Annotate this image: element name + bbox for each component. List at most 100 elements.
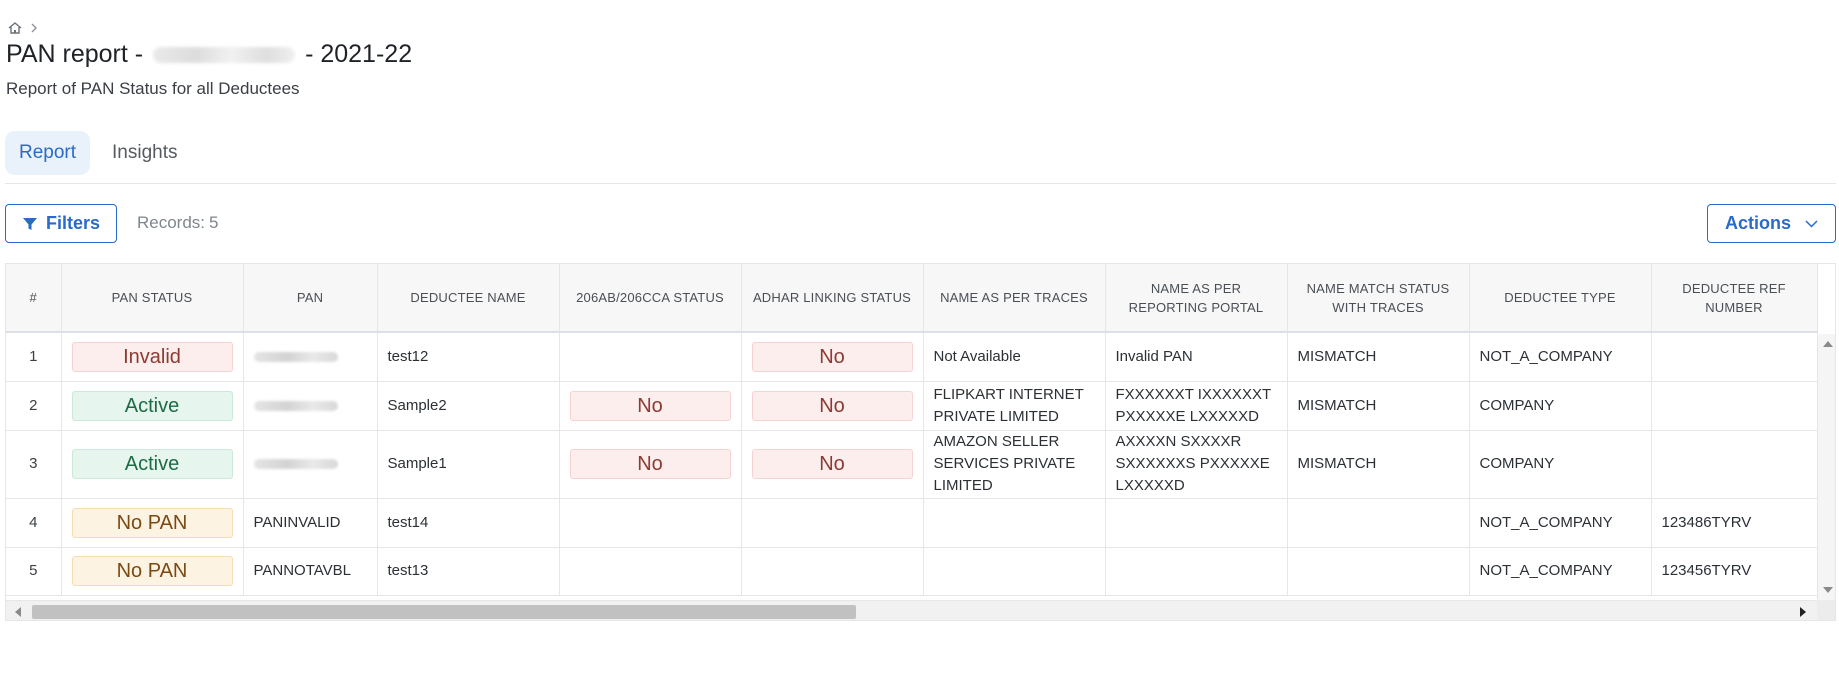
cell-match-status: MISMATCH	[1287, 332, 1470, 382]
cell-match-status: MISMATCH	[1287, 430, 1470, 499]
tab-insights[interactable]: Insights	[98, 131, 191, 175]
scroll-left-icon[interactable]	[14, 607, 22, 617]
actions-label: Actions	[1724, 213, 1791, 233]
cell-adhar-status: No	[741, 381, 924, 431]
cell-ref-number: 123486TYRV	[1651, 498, 1818, 548]
status-badge-no-pan: No PAN	[71, 507, 233, 538]
tab-bar: Report Insights	[5, 131, 192, 175]
status-badge-no: No	[751, 390, 913, 421]
status-badge-no: No	[751, 341, 913, 372]
column-header-match-status[interactable]: NAME MATCH STATUS WITH TRACES	[1287, 264, 1470, 333]
cell-name-portal	[1105, 547, 1288, 596]
cell-ref-number: 123456TYRV	[1651, 547, 1818, 596]
filters-button[interactable]: Filters	[5, 204, 117, 243]
redacted-pan	[253, 400, 338, 411]
scroll-down-icon[interactable]	[1823, 586, 1833, 594]
cell-pan-status: No PAN	[61, 498, 244, 548]
vertical-scrollbar[interactable]	[1817, 334, 1835, 600]
table-header-row: # PAN STATUS PAN DEDUCTEE NAME 206AB/206…	[6, 264, 1818, 333]
redacted-pan	[253, 351, 338, 362]
cell-pan-status: Active	[61, 381, 244, 431]
pan-report-table: # PAN STATUS PAN DEDUCTEE NAME 206AB/206…	[6, 264, 1818, 596]
redacted-pan	[253, 459, 338, 470]
column-header-adhar-status[interactable]: ADHAR LINKING STATUS	[741, 264, 924, 333]
cell-deductee-type: NOT_A_COMPANY	[1469, 332, 1652, 382]
column-header-ref-number[interactable]: DEDUCTEE REF NUMBER	[1651, 264, 1818, 333]
column-header-deductee-type[interactable]: DEDUCTEE TYPE	[1469, 264, 1652, 333]
cell-deductee-name: Sample1	[377, 430, 560, 499]
column-header-pan[interactable]: PAN	[243, 264, 378, 333]
status-badge-no: No	[569, 449, 731, 479]
cell-pan	[243, 381, 378, 431]
cell-206ab-status: No	[559, 430, 742, 499]
records-value: 5	[209, 213, 219, 232]
cell-206ab-status: No	[559, 381, 742, 431]
scroll-up-icon[interactable]	[1823, 340, 1833, 348]
horizontal-scroll-thumb[interactable]	[32, 605, 856, 619]
cell-match-status	[1287, 547, 1470, 596]
cell-ref-number	[1651, 381, 1818, 431]
status-badge-active: Active	[71, 390, 233, 421]
cell-pan-status: Invalid	[61, 332, 244, 382]
cell-206ab-status	[559, 332, 742, 382]
cell-deductee-name: test12	[377, 332, 560, 382]
page-title-suffix: - 2021-22	[305, 40, 413, 68]
cell-index: 4	[6, 498, 62, 548]
filter-icon	[22, 217, 37, 230]
cell-deductee-type: COMPANY	[1469, 381, 1652, 431]
table-row[interactable]: 5 No PAN PANNOTAVBL test13 NOT_A_COMPANY…	[6, 547, 1818, 596]
cell-name-traces	[923, 498, 1106, 548]
breadcrumb	[7, 21, 39, 40]
pan-report-grid: # PAN STATUS PAN DEDUCTEE NAME 206AB/206…	[5, 263, 1836, 621]
cell-pan	[243, 332, 378, 382]
redacted-deductor-name	[153, 46, 296, 63]
column-header-index[interactable]: #	[6, 264, 62, 333]
records-label: Records:	[137, 213, 206, 232]
column-header-pan-status[interactable]: PAN STATUS	[61, 264, 244, 333]
cell-adhar-status: No	[741, 332, 924, 382]
column-header-206ab-status[interactable]: 206AB/206CCA STATUS	[559, 264, 742, 333]
cell-name-portal: AXXXXN SXXXXR SXXXXXXS PXXXXXE LXXXXXD	[1105, 430, 1288, 499]
home-icon[interactable]	[7, 21, 23, 40]
actions-button[interactable]: Actions	[1707, 204, 1836, 243]
cell-name-traces: AMAZON SELLER SERVICES PRIVATE LIMITED	[923, 430, 1106, 499]
scrollbar-corner	[1817, 600, 1835, 620]
cell-deductee-name: test13	[377, 547, 560, 596]
cell-index: 2	[6, 381, 62, 431]
cell-index: 3	[6, 430, 62, 499]
table-row[interactable]: 4 No PAN PANINVALID test14 NOT_A_COMPANY…	[6, 498, 1818, 548]
cell-pan: PANINVALID	[243, 498, 378, 548]
cell-deductee-name: Sample2	[377, 381, 560, 431]
column-header-deductee-name[interactable]: DEDUCTEE NAME	[377, 264, 560, 333]
status-badge-invalid: Invalid	[71, 341, 233, 372]
cell-deductee-type: NOT_A_COMPANY	[1469, 498, 1652, 548]
page-subtitle: Report of PAN Status for all Deductees	[6, 79, 300, 98]
records-count: Records: 5	[137, 213, 219, 233]
cell-name-portal: FXXXXXXT IXXXXXXT PXXXXXE LXXXXXD	[1105, 381, 1288, 431]
status-badge-no: No	[751, 449, 913, 479]
cell-match-status	[1287, 498, 1470, 548]
cell-pan-status: Active	[61, 430, 244, 499]
page-title: PAN report - - 2021-22	[6, 40, 412, 69]
cell-deductee-type: COMPANY	[1469, 430, 1652, 499]
table-row[interactable]: 1 Invalid test12 No Not Available Invali…	[6, 332, 1818, 382]
cell-adhar-status	[741, 498, 924, 548]
tab-report[interactable]: Report	[5, 131, 91, 175]
page-title-prefix: PAN report -	[6, 40, 144, 68]
chevron-down-icon	[1805, 219, 1818, 228]
page: PAN report - - 2021-22 Report of PAN Sta…	[0, 0, 1839, 691]
tabs-divider	[5, 183, 1836, 184]
status-badge-no: No	[569, 390, 731, 421]
cell-name-portal	[1105, 498, 1288, 548]
chevron-right-icon	[29, 21, 39, 39]
cell-match-status: MISMATCH	[1287, 381, 1470, 431]
cell-index: 1	[6, 332, 62, 382]
table-row[interactable]: 3 Active Sample1 No No AMAZON SELLER SER…	[6, 430, 1818, 499]
cell-name-traces	[923, 547, 1106, 596]
horizontal-scrollbar[interactable]	[6, 600, 1817, 620]
column-header-name-portal[interactable]: NAME AS PER REPORTING PORTAL	[1105, 264, 1288, 333]
cell-name-traces: Not Available	[923, 332, 1106, 382]
scroll-right-icon[interactable]	[1799, 607, 1807, 617]
column-header-name-traces[interactable]: NAME AS PER TRACES	[923, 264, 1106, 333]
table-row[interactable]: 2 Active Sample2 No No FLIPKART INTERNET…	[6, 381, 1818, 431]
